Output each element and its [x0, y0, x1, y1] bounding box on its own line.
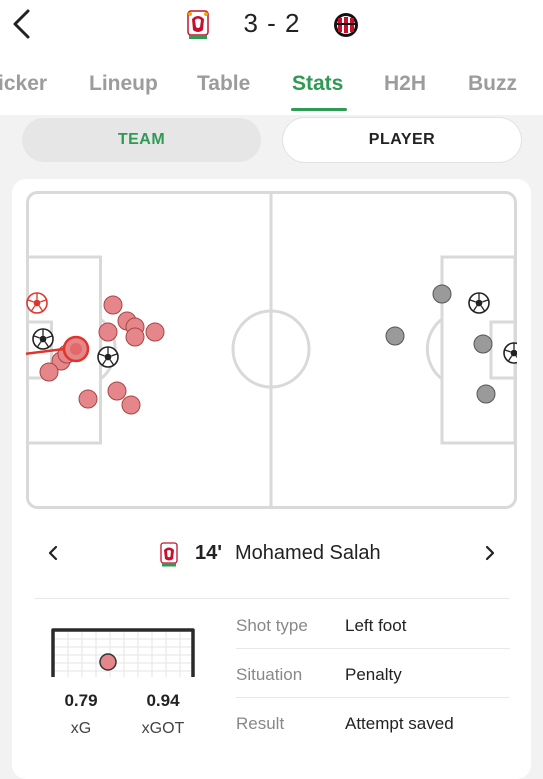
shot-marker[interactable]: [432, 284, 452, 304]
situation-value: Penalty: [345, 665, 402, 684]
shot-marker[interactable]: [103, 295, 123, 315]
liverpool-crest-icon: [160, 542, 178, 567]
xg-label: xG: [70, 720, 92, 737]
xgot-label: xGOT: [141, 720, 185, 737]
tab-ticker[interactable]: icker: [0, 72, 47, 96]
shot-navigation: 14' Mohamed Salah: [12, 537, 531, 573]
xg-value: 0.79: [64, 691, 98, 710]
shot-map-pitch: [26, 191, 517, 509]
shot-minute: 14': [195, 542, 223, 564]
shot-marker[interactable]: [125, 327, 145, 347]
tab-buzz[interactable]: Buzz: [468, 72, 517, 96]
ac-milan-crest-icon: [334, 13, 358, 37]
row-divider: [236, 697, 510, 698]
liverpool-crest-icon: [187, 10, 209, 39]
shot-marker[interactable]: [121, 395, 141, 415]
result-label: Result: [236, 714, 285, 733]
goal-frame: [51, 628, 195, 677]
match-header: 3 - 2 icker Lineup Table Stats H2H Buzz: [0, 0, 543, 115]
tab-h2h[interactable]: H2H: [384, 72, 426, 96]
own-goal-ball-icon[interactable]: [26, 292, 48, 314]
goal-ball-icon[interactable]: [468, 292, 490, 314]
tab-stats[interactable]: Stats: [292, 72, 343, 96]
xgot-value: 0.94: [146, 691, 180, 710]
section-tabs: icker Lineup Table Stats H2H Buzz: [0, 60, 543, 112]
shot-marker[interactable]: [107, 381, 127, 401]
shot-marker[interactable]: [78, 389, 98, 409]
goal-ball-icon[interactable]: [32, 328, 54, 350]
back-chevron-icon[interactable]: [6, 6, 36, 42]
shot-marker[interactable]: [145, 322, 165, 342]
shot-map-card: 14' Mohamed Salah 0.79 xG 0.94 xGOT Shot…: [12, 179, 531, 779]
shot-player-name: Mohamed Salah: [235, 542, 381, 564]
next-shot-chevron-icon[interactable]: [478, 541, 502, 565]
goal-ball-icon[interactable]: [97, 346, 119, 368]
goal-ball-icon[interactable]: [503, 342, 517, 364]
match-score: 3 - 2: [243, 8, 301, 38]
shot-marker[interactable]: [476, 384, 496, 404]
section-divider: [34, 598, 510, 599]
shot-marker[interactable]: [39, 362, 59, 382]
result-value: Attempt saved: [345, 714, 454, 733]
team-toggle-button[interactable]: TEAM: [22, 118, 261, 162]
player-toggle-button[interactable]: PLAYER: [283, 118, 521, 162]
shot-type-value: Left foot: [345, 616, 407, 635]
active-tab-indicator: [291, 108, 347, 111]
shot-marker[interactable]: [98, 322, 118, 342]
shot-marker[interactable]: [385, 326, 405, 346]
shot-marker[interactable]: [473, 334, 493, 354]
previous-shot-chevron-icon[interactable]: [41, 541, 65, 565]
tab-table[interactable]: Table: [197, 72, 250, 96]
situation-label: Situation: [236, 665, 303, 684]
shot-placement-marker: [99, 653, 117, 671]
tab-lineup[interactable]: Lineup: [89, 72, 158, 96]
shot-type-label: Shot type: [236, 616, 308, 635]
row-divider: [236, 648, 510, 649]
